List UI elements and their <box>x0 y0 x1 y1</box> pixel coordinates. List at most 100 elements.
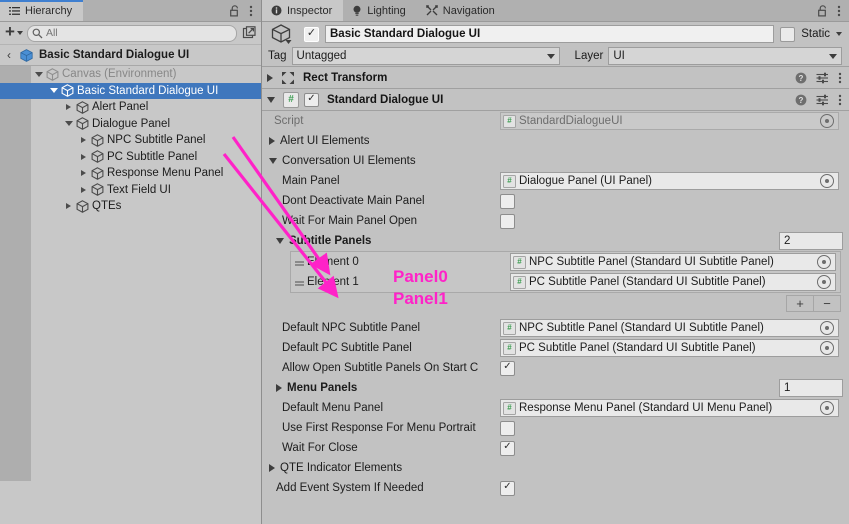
wait-for-close-checkbox[interactable]: ✓ <box>500 440 515 456</box>
hierarchy-item-dialogue-panel[interactable]: Dialogue Panel <box>0 116 261 133</box>
default-menu-object-field[interactable]: # Response Menu Panel (Standard UI Menu … <box>500 399 839 417</box>
array-add-button[interactable]: + <box>786 295 814 312</box>
kebab-menu-icon[interactable] <box>837 5 841 17</box>
lock-open-icon[interactable] <box>230 4 240 17</box>
property-row-script: Script # StandardDialogueUI <box>262 111 849 131</box>
drag-handle-icon[interactable] <box>291 261 307 263</box>
hierarchy-item-pc-subtitle-panel[interactable]: PC Subtitle Panel <box>0 149 261 166</box>
preset-icon[interactable] <box>816 72 829 84</box>
tab-hierarchy[interactable]: Hierarchy <box>0 0 84 21</box>
use-first-response-checkbox[interactable] <box>500 420 515 436</box>
foldout-collapsed-icon[interactable] <box>78 186 89 193</box>
object-picker-icon[interactable] <box>820 114 834 128</box>
tag-dropdown[interactable]: Untagged <box>291 47 560 65</box>
allow-open-checkbox[interactable]: ✓ <box>500 360 515 376</box>
wait-main-panel-checkbox[interactable] <box>500 213 515 229</box>
component-header-rect-transform[interactable]: Rect Transform ? <box>262 66 849 89</box>
array-header-subtitle-panels[interactable]: Subtitle Panels 2 <box>262 231 849 251</box>
search-input[interactable] <box>45 27 232 39</box>
foldout-arrow-icon[interactable] <box>267 73 273 82</box>
component-enabled-checkbox[interactable]: ✓ <box>304 92 319 107</box>
help-icon[interactable]: ? <box>795 72 807 84</box>
default-pc-object-field[interactable]: # PC Subtitle Panel (Standard UI Subtitl… <box>500 339 839 357</box>
lightbulb-icon <box>352 5 362 17</box>
inspector-tab-tools <box>810 0 849 21</box>
foldout-alert-ui-elements[interactable]: Alert UI Elements <box>262 131 849 151</box>
hierarchy-search-field[interactable] <box>26 24 237 42</box>
foldout-expanded-icon[interactable] <box>63 121 74 127</box>
element-index-label: Element 0 <box>307 256 359 268</box>
object-picker-icon[interactable] <box>820 174 834 188</box>
dont-deactivate-checkbox[interactable] <box>500 193 515 209</box>
subtitle-element-object-field[interactable]: # PC Subtitle Panel (Standard UI Subtitl… <box>510 273 836 291</box>
kebab-menu-icon[interactable] <box>249 5 253 17</box>
hierarchy-item-alert-panel[interactable]: Alert Panel <box>0 99 261 116</box>
hierarchy-item-text-field-ui[interactable]: Text Field UI <box>0 182 261 199</box>
check-icon: ✓ <box>503 441 512 452</box>
svg-text:?: ? <box>799 74 804 83</box>
drag-handle-icon[interactable] <box>291 281 307 283</box>
default-npc-object-field[interactable]: # NPC Subtitle Panel (Standard UI Subtit… <box>500 319 839 337</box>
back-arrow-icon[interactable]: ‹ <box>6 49 14 61</box>
tab-lighting[interactable]: Lighting <box>343 0 417 21</box>
hierarchy-item-qtes[interactable]: QTEs <box>0 198 261 215</box>
hierarchy-item-basic-standard-dialogue-ui[interactable]: Basic Standard Dialogue UI <box>0 82 261 99</box>
tab-navigation[interactable]: Navigation <box>416 0 506 21</box>
tag-layer-row: Tag Untagged Layer UI <box>262 46 849 66</box>
add-event-system-checkbox[interactable]: ✓ <box>500 480 515 496</box>
foldout-expanded-icon[interactable] <box>33 71 44 77</box>
component-header-standard-dialogue-ui[interactable]: # ✓ Standard Dialogue UI ? <box>262 89 849 111</box>
foldout-expanded-icon[interactable] <box>48 88 59 94</box>
menu-panels-size-field[interactable]: 1 <box>779 379 843 397</box>
main-panel-object-field[interactable]: # Dialogue Panel (UI Panel) <box>500 172 839 190</box>
inspector-tabbar-spacer <box>505 0 810 21</box>
kebab-menu-icon[interactable] <box>838 72 842 84</box>
allow-open-label: Allow Open Subtitle Panels On Start C <box>282 362 479 374</box>
gameobject-name-field[interactable]: Basic Standard Dialogue UI <box>325 25 775 43</box>
hierarchy-item-label: NPC Subtitle Panel <box>107 134 206 147</box>
object-picker-icon[interactable] <box>820 321 834 335</box>
help-icon[interactable]: ? <box>795 94 807 106</box>
object-picker-icon[interactable] <box>820 341 834 355</box>
foldout-collapsed-icon[interactable] <box>78 137 89 144</box>
object-picker-icon[interactable] <box>817 275 831 289</box>
foldout-collapsed-icon[interactable] <box>63 203 74 210</box>
array-remove-button[interactable]: − <box>814 295 841 312</box>
script-value: StandardDialogueUI <box>519 115 623 127</box>
foldout-collapsed-icon[interactable] <box>63 104 74 111</box>
layer-dropdown[interactable]: UI <box>608 47 842 65</box>
preset-icon[interactable] <box>816 94 829 106</box>
foldout-arrow-icon[interactable] <box>276 238 284 244</box>
gameobject-icon <box>74 100 90 114</box>
foldout-arrow-icon[interactable] <box>276 384 282 392</box>
list-icon <box>9 6 20 16</box>
chevron-down-icon[interactable] <box>836 32 842 36</box>
hierarchy-item-npc-subtitle-panel[interactable]: NPC Subtitle Panel <box>0 132 261 149</box>
hierarchy-item-response-menu-panel[interactable]: Response Menu Panel <box>0 165 261 182</box>
script-object-field: # StandardDialogueUI <box>500 112 839 130</box>
hierarchy-item-canvas-environment[interactable]: Canvas (Environment) <box>0 66 261 83</box>
wait-for-close-label: Wait For Close <box>282 442 358 454</box>
object-picker-icon[interactable] <box>817 255 831 269</box>
create-gameobject-button[interactable]: + <box>5 23 23 40</box>
foldout-arrow-icon[interactable] <box>269 137 275 145</box>
foldout-arrow-icon[interactable] <box>267 96 275 103</box>
foldout-collapsed-icon[interactable] <box>78 170 89 177</box>
subtitle-element-object-field[interactable]: # NPC Subtitle Panel (Standard UI Subtit… <box>510 253 836 271</box>
foldout-collapsed-icon[interactable] <box>78 153 89 160</box>
foldout-arrow-icon[interactable] <box>269 464 275 472</box>
lock-open-icon[interactable] <box>818 4 828 17</box>
gameobject-active-checkbox[interactable]: ✓ <box>304 26 319 42</box>
subtitle-panels-size-field[interactable]: 2 <box>779 232 843 250</box>
tab-inspector[interactable]: Inspector <box>262 0 344 21</box>
array-header-menu-panels[interactable]: Menu Panels 1 <box>262 378 849 398</box>
property-row-wait-for-close: Wait For Close ✓ <box>262 438 849 458</box>
static-checkbox[interactable] <box>780 26 796 42</box>
foldout-conversation-ui-elements[interactable]: Conversation UI Elements <box>262 151 849 171</box>
svg-text:?: ? <box>799 96 804 105</box>
foldout-qte-indicator-elements[interactable]: QTE Indicator Elements <box>262 458 849 478</box>
object-picker-icon[interactable] <box>820 401 834 415</box>
search-filter-icon[interactable] <box>241 26 256 41</box>
foldout-arrow-icon[interactable] <box>269 158 277 164</box>
kebab-menu-icon[interactable] <box>838 94 842 106</box>
